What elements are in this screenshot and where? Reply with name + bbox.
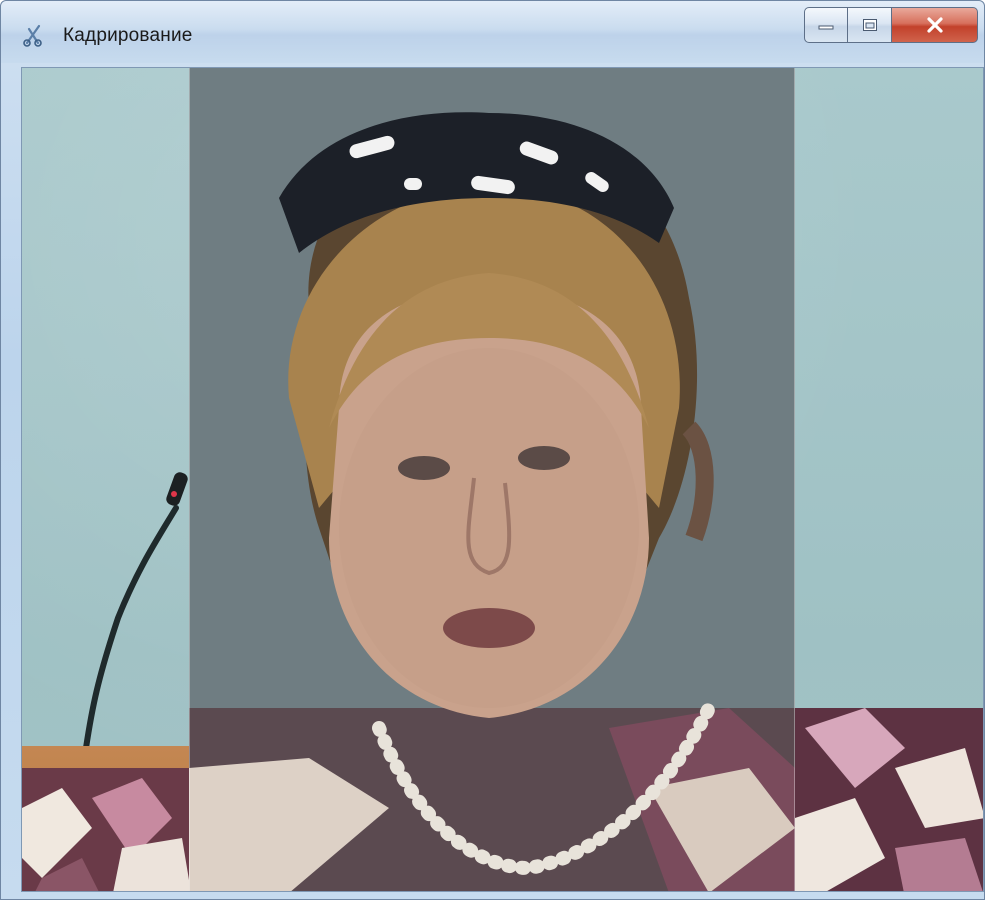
blouse-right — [795, 708, 983, 891]
crop-selection[interactable] — [189, 68, 795, 891]
minimize-button[interactable] — [804, 7, 848, 43]
crop-canvas[interactable] — [21, 67, 984, 892]
crop-right-edge[interactable] — [794, 68, 795, 891]
crop-window: Кадрирование — [0, 0, 985, 900]
crop-left-edge[interactable] — [189, 68, 190, 891]
blouse-left — [22, 768, 192, 891]
close-button[interactable] — [892, 7, 978, 43]
window-title: Кадрирование — [63, 25, 193, 46]
cropped-photo — [189, 68, 795, 891]
scissors-icon — [23, 24, 42, 47]
caption-buttons — [804, 7, 978, 45]
minimize-icon — [818, 25, 834, 30]
title-bar[interactable]: Кадрирование — [1, 1, 984, 63]
maximize-icon — [862, 19, 877, 31]
close-icon — [926, 17, 943, 33]
maximize-button[interactable] — [848, 7, 892, 43]
microphone — [79, 472, 188, 768]
